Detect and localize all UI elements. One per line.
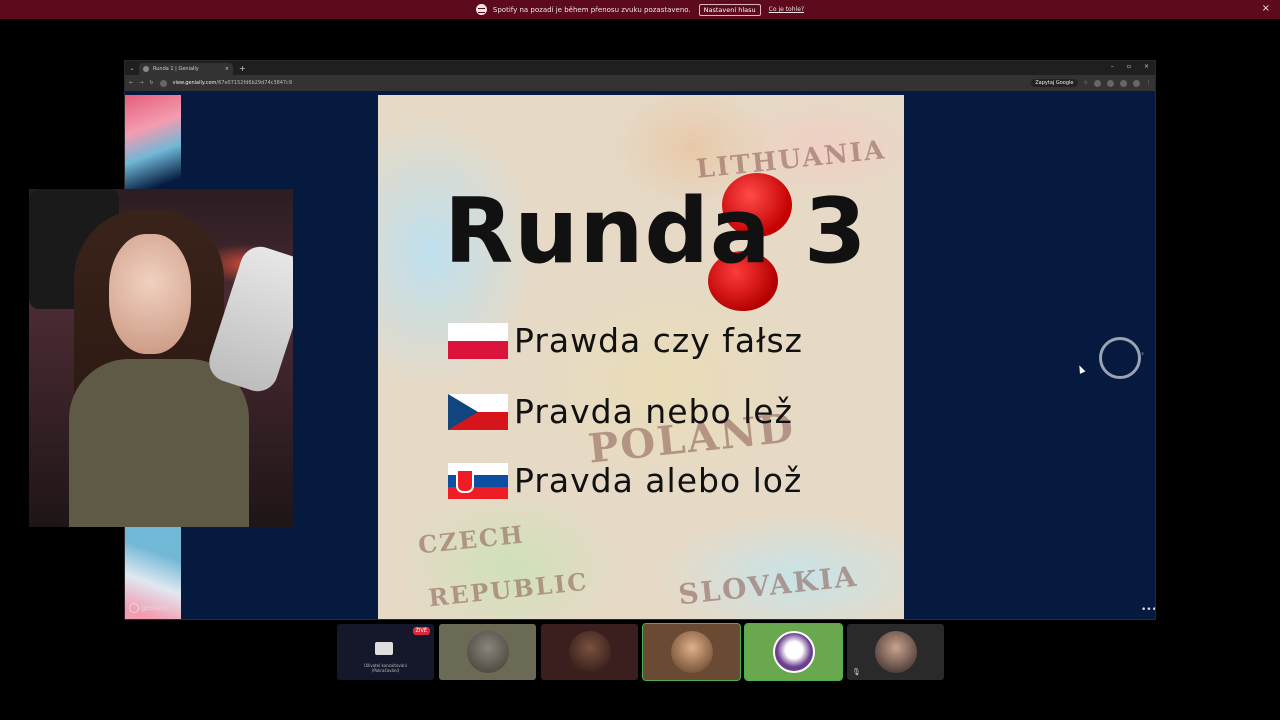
participant-tile[interactable] (744, 623, 843, 681)
language-row: Pravda alebo lož (448, 461, 802, 500)
participant-tile[interactable] (642, 623, 741, 681)
loading-spinner-icon (1099, 337, 1141, 379)
back-icon[interactable]: ← (129, 80, 133, 86)
muted-mic-icon: 🎙 (852, 668, 861, 676)
participant-tile[interactable] (541, 624, 638, 680)
tile-caption-line: (Pokračování) (371, 668, 400, 674)
url-domain: view.genially.com (172, 80, 217, 86)
language-row: Prawda czy fałsz (448, 321, 803, 360)
forward-icon[interactable]: → (139, 80, 143, 86)
tab-bar: ⌄ Runda 1 | Genially × + – ▫ × (125, 61, 1155, 75)
tab-title: Runda 1 | Genially (153, 66, 199, 72)
avatar (772, 631, 815, 673)
genially-logo-text: genially (141, 604, 169, 612)
reload-icon[interactable]: ↻ (149, 80, 153, 86)
row-text: Prawda czy fałsz (514, 321, 803, 360)
genially-favicon-icon (143, 66, 149, 72)
tile-caption: Uživatel konzultování (Pokračování) (337, 664, 434, 674)
spotify-icon (475, 4, 487, 15)
screen-share-tile[interactable]: ŽIVĚ Uživatel konzultování (Pokračování) (337, 624, 434, 680)
czech-flag-icon (448, 393, 508, 430)
close-icon[interactable]: × (1262, 3, 1270, 14)
next-slide-arrow-icon[interactable]: › (1141, 349, 1144, 358)
tab-runda[interactable]: Runda 1 | Genially × (139, 63, 233, 75)
participant-tile[interactable] (439, 624, 536, 680)
tab-close-icon[interactable]: × (225, 66, 229, 72)
map-label: CZECH (416, 519, 526, 560)
map-label: SLOVAKIA (676, 559, 860, 612)
extension-icon-2[interactable] (1107, 79, 1114, 87)
participant-strip: ŽIVĚ Uživatel konzultování (Pokračování)… (337, 623, 944, 681)
row-text: Pravda alebo lož (514, 461, 803, 500)
site-info-icon[interactable] (159, 79, 167, 87)
poland-flag-icon (448, 322, 508, 359)
avatar (670, 631, 713, 673)
genially-logo[interactable]: genially (129, 603, 168, 613)
url-field[interactable]: view.genially.com/67e07152fd6b29d74c3847… (173, 80, 1026, 86)
restore-button[interactable]: ▫ (1127, 63, 1131, 70)
map-label: REPUBLIC (426, 566, 590, 613)
extension-icon[interactable] (1094, 79, 1101, 87)
window-controls: – ▫ × (1111, 63, 1149, 70)
tab-search-icon[interactable]: ⌄ (125, 65, 139, 72)
voice-settings-button[interactable]: Nastavení hlasu (698, 3, 761, 16)
participant-tile[interactable]: 🎙 (847, 624, 944, 680)
address-bar: ← → ↻ view.genially.com/67e07152fd6b29d7… (125, 75, 1155, 91)
live-badge: ŽIVĚ (412, 627, 430, 635)
new-tab-button[interactable]: + (239, 64, 246, 73)
url-path: /67e07152fd6b29d74c3847c9 (216, 80, 293, 86)
avatar (874, 631, 917, 673)
notification-message: Spotify na pozadí je během přenosu zvuku… (492, 5, 691, 14)
screen-share-icon (375, 642, 393, 655)
what-is-this-link[interactable]: Co je tohle? (769, 6, 804, 13)
window-close-button[interactable]: × (1144, 63, 1149, 70)
notification-bar: Spotify na pozadí je během přenosu zvuku… (0, 0, 1280, 19)
genially-icon (129, 603, 139, 613)
streamer-shirt (69, 359, 249, 527)
decorative-art-top (125, 95, 181, 190)
browser-menu-icon[interactable]: ⋮ (1146, 80, 1151, 86)
language-row: Pravda nebo lež (448, 392, 793, 431)
avatar (568, 631, 611, 673)
profile-avatar[interactable] (1133, 79, 1140, 87)
bookmark-star-icon[interactable]: ☆ (1084, 80, 1088, 86)
streamer-face (109, 234, 191, 354)
more-options-icon[interactable]: ••• (1141, 605, 1155, 615)
presentation-slide: LITHUANIA POLAND CZECH REPUBLIC SLOVAKIA… (378, 95, 904, 619)
webcam-overlay (29, 189, 293, 527)
mouse-cursor-icon (1076, 364, 1086, 374)
minimize-button[interactable]: – (1111, 63, 1114, 70)
avatar (466, 631, 509, 673)
slide-title: Runda 3 (444, 179, 868, 284)
row-text: Pravda nebo lež (514, 392, 793, 431)
zapytaj-google-button[interactable]: Zapytaj Google (1031, 79, 1078, 87)
extensions-puzzle-icon[interactable] (1120, 79, 1127, 87)
slovakia-flag-icon (448, 462, 508, 499)
